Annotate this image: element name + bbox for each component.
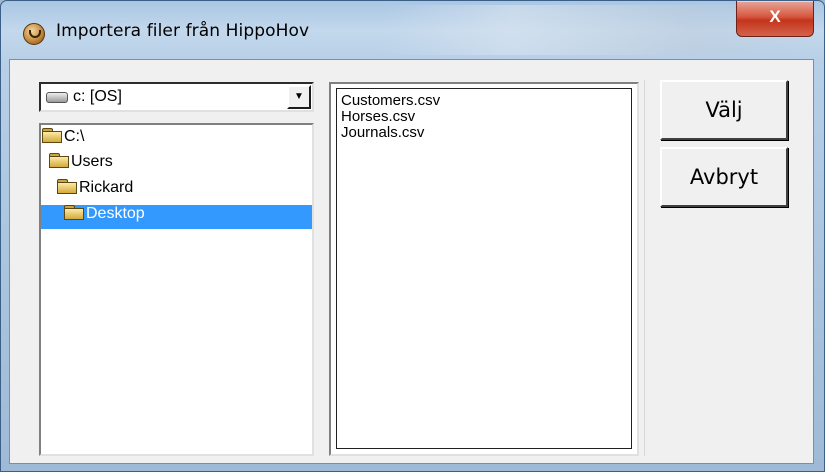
folder-label: Users xyxy=(71,153,113,170)
folder-open-icon xyxy=(57,179,77,194)
folder-label: Desktop xyxy=(86,205,145,222)
cancel-button[interactable]: Avbryt xyxy=(660,147,788,207)
file-item-journals[interactable]: Journals.csv xyxy=(337,125,631,141)
close-button[interactable]: X xyxy=(736,1,814,37)
app-horse-icon xyxy=(23,23,45,45)
window-title: Importera filer från HippoHov xyxy=(56,21,310,41)
file-item-horses[interactable]: Horses.csv xyxy=(337,109,631,125)
folder-label: C:\ xyxy=(64,128,85,145)
folder-open-icon xyxy=(42,128,62,143)
drive-selected-value: c: [OS] xyxy=(73,88,122,105)
file-list[interactable]: Customers.csv Horses.csv Journals.csv xyxy=(329,82,639,456)
title-bar[interactable]: Importera filer från HippoHov X xyxy=(1,1,824,59)
hard-drive-icon xyxy=(46,92,68,103)
folder-open-icon xyxy=(64,205,84,220)
dialog-body: c: [OS] ▼ C:\ Users Rickard Desktop Cust… xyxy=(9,59,814,464)
divider xyxy=(644,80,645,456)
folder-item-users[interactable]: Users xyxy=(49,153,189,177)
folder-item-desktop[interactable]: Desktop xyxy=(41,205,312,229)
file-item-customers[interactable]: Customers.csv xyxy=(337,93,631,109)
folder-label: Rickard xyxy=(79,179,134,196)
choose-button[interactable]: Välj xyxy=(660,80,788,140)
folder-tree[interactable]: C:\ Users Rickard Desktop xyxy=(39,123,314,456)
folder-item-rickard[interactable]: Rickard xyxy=(57,179,197,203)
import-dialog-window: Importera filer från HippoHov X c: [OS] … xyxy=(0,0,825,472)
file-list-frame: Customers.csv Horses.csv Journals.csv xyxy=(336,88,632,449)
drive-dropdown[interactable]: c: [OS] ▼ xyxy=(39,82,314,112)
folder-item-c-root[interactable]: C:\ xyxy=(42,128,182,152)
chevron-down-icon[interactable]: ▼ xyxy=(287,85,311,109)
folder-open-icon xyxy=(49,153,69,168)
